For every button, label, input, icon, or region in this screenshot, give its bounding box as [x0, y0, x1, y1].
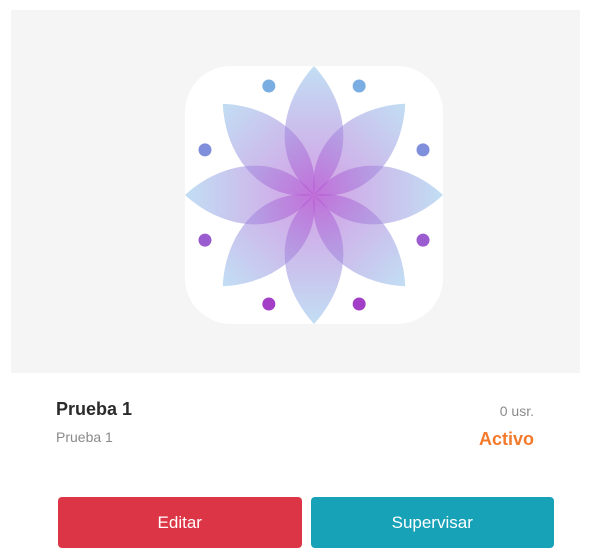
- card-actions: Editar Supervisar: [58, 497, 554, 548]
- lotus-dot: [198, 143, 212, 157]
- lotus-dot: [352, 79, 366, 93]
- card-image-area: [11, 10, 580, 373]
- lotus-dot: [262, 297, 276, 311]
- edit-button[interactable]: Editar: [58, 497, 302, 548]
- supervise-button[interactable]: Supervisar: [310, 497, 554, 548]
- lotus-dot: [416, 143, 430, 157]
- project-card: Prueba 1 Prueba 1 0 usr. Activo Editar S…: [0, 0, 590, 554]
- lotus-dot: [262, 79, 276, 93]
- card-subtitle: Prueba 1: [56, 429, 113, 445]
- card-info: Prueba 1 Prueba 1 0 usr. Activo: [0, 373, 590, 493]
- lotus-dot: [352, 297, 366, 311]
- lotus-dot: [416, 233, 430, 247]
- user-count: 0 usr.: [499, 403, 534, 419]
- card-title: Prueba 1: [56, 399, 133, 419]
- lotus-dot: [198, 233, 212, 247]
- lotus-flower-icon: [185, 66, 443, 324]
- status-badge: Activo: [478, 429, 534, 449]
